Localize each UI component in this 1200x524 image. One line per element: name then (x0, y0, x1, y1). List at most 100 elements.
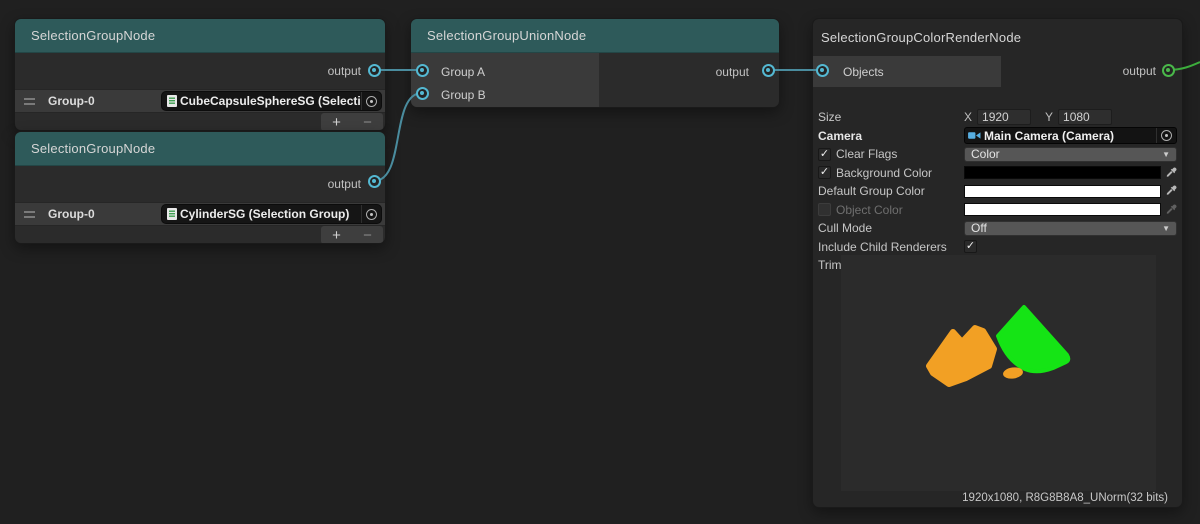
size-x-input[interactable] (977, 109, 1031, 125)
node2-group-label: Group-0 (48, 207, 95, 221)
object-picker-icon[interactable] (366, 96, 377, 107)
node1-group-row[interactable]: Group-0 CubeCapsuleSphereSG (Selecti (15, 89, 385, 113)
drag-handle-icon[interactable] (24, 98, 35, 105)
node2-list-buttons: + − (321, 226, 383, 244)
check-icon: ✓ (820, 167, 829, 178)
add-group-button[interactable]: + (321, 113, 352, 131)
divider (361, 92, 362, 110)
background-color-checkbox[interactable]: ✓ (818, 166, 831, 179)
default-group-color-row: Default Group Color (818, 182, 1177, 201)
object-picker-icon[interactable] (366, 209, 377, 220)
union-input-b-label: Group B (441, 88, 486, 102)
background-color-label: Background Color (836, 166, 932, 180)
union-output-port[interactable] (762, 64, 775, 77)
node1-output-label: output (328, 64, 361, 78)
render-preview-image (841, 255, 1156, 491)
green-shape (998, 307, 1068, 371)
drag-handle-icon[interactable] (24, 211, 35, 218)
selection-group-color-render-node[interactable]: SelectionGroupColorRenderNode Objects ou… (812, 18, 1183, 508)
eyedropper-icon[interactable] (1161, 167, 1177, 179)
size-label: Size (818, 110, 841, 124)
selection-group-node-1[interactable]: SelectionGroupNode output Group-0 CubeCa… (14, 18, 386, 131)
node2-footer: + − (15, 226, 385, 244)
remove-group-button[interactable]: − (352, 226, 383, 244)
selection-group-union-node[interactable]: SelectionGroupUnionNode Group A Group B … (410, 18, 780, 108)
union-input-a-label: Group A (441, 65, 485, 79)
union-group-b-port[interactable] (416, 87, 429, 100)
node1-title-bar[interactable]: SelectionGroupNode (15, 19, 385, 53)
clear-flags-label: Clear Flags (836, 147, 897, 161)
union-title: SelectionGroupUnionNode (427, 28, 586, 43)
include-child-renderers-row: Include Child Renderers ✓ (818, 238, 1177, 257)
node1-footer: + − (15, 113, 385, 131)
render-objects-box: Objects (813, 56, 1001, 87)
default-group-color-label: Default Group Color (818, 184, 925, 198)
union-input-row-a: Group A (411, 60, 599, 83)
union-title-bar[interactable]: SelectionGroupUnionNode (411, 19, 779, 53)
preview-caption: 1920x1080, R8G8B8A8_UNorm(32 bits) (962, 492, 1168, 504)
render-output-label: output (1123, 64, 1156, 78)
camera-object-field[interactable]: Main Camera (Camera) (964, 127, 1177, 144)
render-title-bar[interactable]: SelectionGroupColorRenderNode (813, 19, 1182, 56)
render-objects-label: Objects (843, 65, 884, 79)
size-row: Size X Y (818, 108, 1177, 127)
selection-group-node-2[interactable]: SelectionGroupNode output Group-0 Cylind… (14, 131, 386, 244)
node1-group-label: Group-0 (48, 94, 95, 108)
check-icon: ✓ (820, 149, 829, 160)
render-objects-row: Objects (813, 56, 1001, 87)
node2-title-bar[interactable]: SelectionGroupNode (15, 132, 385, 166)
divider (361, 205, 362, 223)
camera-row: Camera Main Camera (Camera) (818, 127, 1177, 146)
eyedropper-icon (1161, 204, 1177, 216)
scriptable-object-icon (167, 95, 177, 107)
chevron-down-icon: ▼ (1162, 150, 1170, 159)
node-graph-canvas[interactable]: SelectionGroupNode output Group-0 CubeCa… (0, 0, 1200, 524)
size-x-label: X (964, 110, 972, 124)
node1-output-port[interactable] (368, 64, 381, 77)
node1-list-buttons: + − (321, 113, 383, 131)
scriptable-object-icon (167, 208, 177, 220)
cull-mode-dropdown[interactable]: Off ▼ (964, 221, 1177, 236)
orange-shape (929, 328, 994, 384)
camera-label: Camera (818, 129, 862, 143)
render-preview (841, 255, 1156, 491)
node2-output-label: output (328, 177, 361, 191)
render-output-port[interactable] (1162, 64, 1175, 77)
camera-icon (968, 130, 981, 141)
default-group-color-swatch[interactable] (964, 185, 1161, 198)
node2-output-port[interactable] (368, 175, 381, 188)
render-objects-port[interactable] (816, 64, 829, 77)
size-y-label: Y (1045, 110, 1053, 124)
remove-group-button[interactable]: − (352, 113, 383, 131)
object-color-row: Object Color (818, 201, 1177, 220)
add-group-button[interactable]: + (321, 226, 352, 244)
node2-output-row: output (15, 166, 385, 202)
union-output-label: output (716, 65, 749, 79)
eyedropper-icon[interactable] (1161, 185, 1177, 197)
cull-mode-label: Cull Mode (818, 221, 872, 235)
clear-flags-row: ✓ Clear Flags Color ▼ (818, 145, 1177, 164)
check-icon: ✓ (966, 241, 975, 252)
camera-value: Main Camera (Camera) (984, 129, 1156, 143)
node2-object-value: CylinderSG (Selection Group) (180, 207, 361, 221)
include-child-renderers-checkbox[interactable]: ✓ (964, 240, 977, 253)
cull-mode-value: Off (971, 221, 987, 235)
union-input-row-b: Group B (411, 83, 599, 106)
divider (1156, 128, 1157, 143)
clear-flags-dropdown[interactable]: Color ▼ (964, 147, 1177, 162)
node1-object-field[interactable]: CubeCapsuleSphereSG (Selecti (161, 91, 382, 111)
size-y-input[interactable] (1058, 109, 1112, 125)
background-color-swatch[interactable] (964, 166, 1161, 179)
object-color-swatch[interactable] (964, 203, 1161, 216)
node2-object-field[interactable]: CylinderSG (Selection Group) (161, 204, 382, 224)
background-color-row: ✓ Background Color (818, 164, 1177, 183)
node2-group-row[interactable]: Group-0 CylinderSG (Selection Group) (15, 202, 385, 226)
render-properties: Size X Y Camera Main Camera (Camera) (813, 105, 1182, 275)
clear-flags-checkbox[interactable]: ✓ (818, 148, 831, 161)
object-color-checkbox[interactable] (818, 203, 831, 216)
object-picker-icon[interactable] (1161, 130, 1172, 141)
clear-flags-value: Color (971, 147, 1000, 161)
node1-output-row: output (15, 53, 385, 89)
cull-mode-row: Cull Mode Off ▼ (818, 219, 1177, 238)
union-group-a-port[interactable] (416, 64, 429, 77)
